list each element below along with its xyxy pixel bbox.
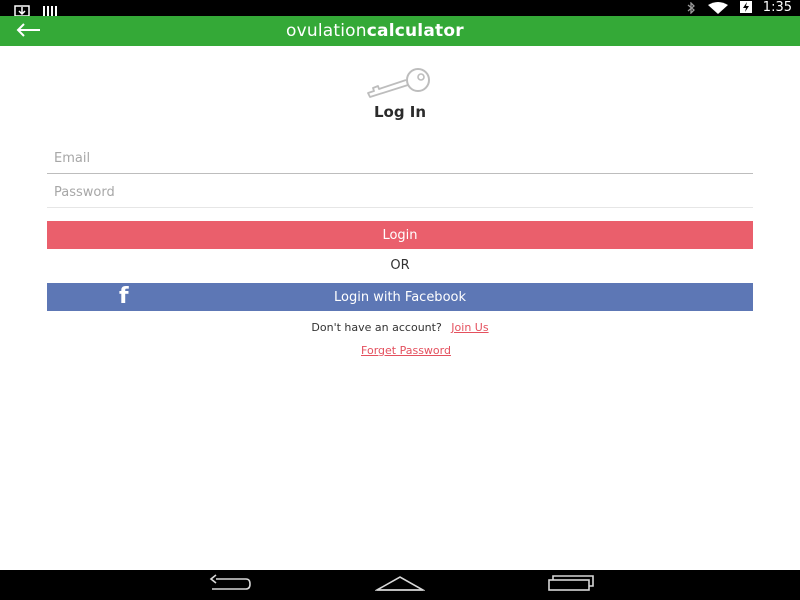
facebook-button-label: Login with Facebook	[334, 289, 466, 305]
page-title: Log In	[373, 103, 427, 121]
arrow-left-icon	[15, 22, 41, 41]
login-button[interactable]: Login	[47, 221, 753, 249]
back-nav-icon	[206, 574, 252, 596]
app-logo: ovulation calculator	[286, 19, 464, 43]
key-icon	[364, 64, 436, 104]
clock-time: 1:35	[762, 0, 792, 15]
status-bar-right: 1:35	[685, 0, 792, 16]
facebook-icon: f	[119, 284, 129, 309]
brand-light-text: ovulation	[286, 21, 367, 41]
recent-apps-icon	[547, 574, 595, 596]
join-us-link[interactable]: Join Us	[451, 321, 488, 334]
battery-charging-icon	[739, 0, 753, 18]
back-button[interactable]	[12, 20, 44, 42]
signup-row: Don't have an account? Join Us	[0, 321, 800, 334]
status-bar: 1:35	[0, 0, 800, 17]
back-nav-button[interactable]	[204, 573, 254, 597]
password-field[interactable]	[47, 178, 753, 208]
home-nav-button[interactable]	[373, 573, 427, 597]
email-field[interactable]	[47, 144, 753, 174]
forget-password-link[interactable]: Forget Password	[0, 344, 800, 357]
app-bar: ovulation calculator	[0, 16, 800, 46]
home-nav-icon	[373, 574, 427, 596]
or-divider: OR	[390, 258, 410, 273]
login-button-label: Login	[382, 227, 418, 243]
no-account-text: Don't have an account?	[311, 321, 442, 334]
bluetooth-icon	[685, 0, 697, 18]
recent-apps-nav-button[interactable]	[546, 573, 596, 597]
navigation-bar	[0, 570, 800, 600]
brand-bold-text: calculator	[366, 21, 464, 41]
wifi-icon	[707, 0, 729, 18]
facebook-login-button[interactable]: f Login with Facebook	[47, 283, 753, 311]
